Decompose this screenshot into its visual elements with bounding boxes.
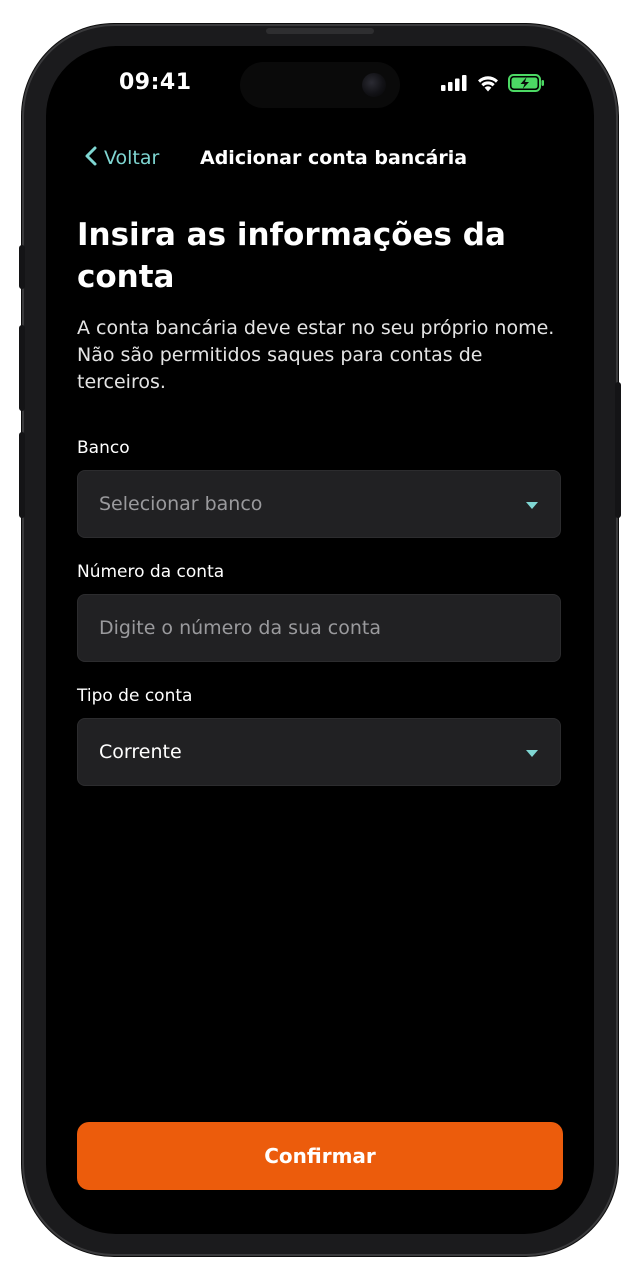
- bank-label: Banco: [77, 438, 130, 458]
- account-number-input[interactable]: [78, 595, 560, 661]
- battery-charging-icon: [508, 74, 546, 96]
- speaker-grille: [266, 28, 374, 34]
- back-label: Voltar: [104, 147, 160, 169]
- account-type-select[interactable]: Corrente: [77, 718, 561, 786]
- account-type-label: Tipo de conta: [77, 686, 193, 706]
- bank-select-placeholder: Selecionar banco: [99, 493, 263, 515]
- form-description: A conta bancária deve estar no seu própr…: [77, 317, 555, 393]
- bank-select[interactable]: Selecionar banco: [77, 470, 561, 538]
- volume-up-button: [19, 325, 25, 411]
- camera-icon: [362, 73, 386, 97]
- page-title: Adicionar conta bancária: [200, 147, 468, 169]
- cellular-signal-icon: [441, 75, 468, 95]
- volume-down-button: [19, 432, 25, 518]
- navigation-bar: Voltar Adicionar conta bancária: [46, 142, 594, 174]
- account-type-selected: Corrente: [99, 741, 182, 763]
- action-button: [19, 245, 25, 289]
- back-button[interactable]: Voltar: [84, 142, 159, 174]
- dynamic-island: [240, 62, 400, 108]
- caret-down-icon: [526, 750, 538, 757]
- power-button: [615, 382, 621, 518]
- account-number-label: Número da conta: [77, 562, 225, 582]
- status-icons: [441, 74, 546, 96]
- status-time: 09:41: [119, 70, 192, 95]
- wifi-icon: [476, 74, 500, 96]
- app-screen: 09:41 Voltar Adicionar conta bancária In…: [46, 46, 594, 1234]
- account-number-field-container: [77, 594, 561, 662]
- chevron-left-icon: [84, 145, 98, 171]
- form-heading: Insira as informações da conta: [77, 217, 506, 295]
- caret-down-icon: [526, 502, 538, 509]
- confirm-button[interactable]: Confirmar: [77, 1122, 563, 1190]
